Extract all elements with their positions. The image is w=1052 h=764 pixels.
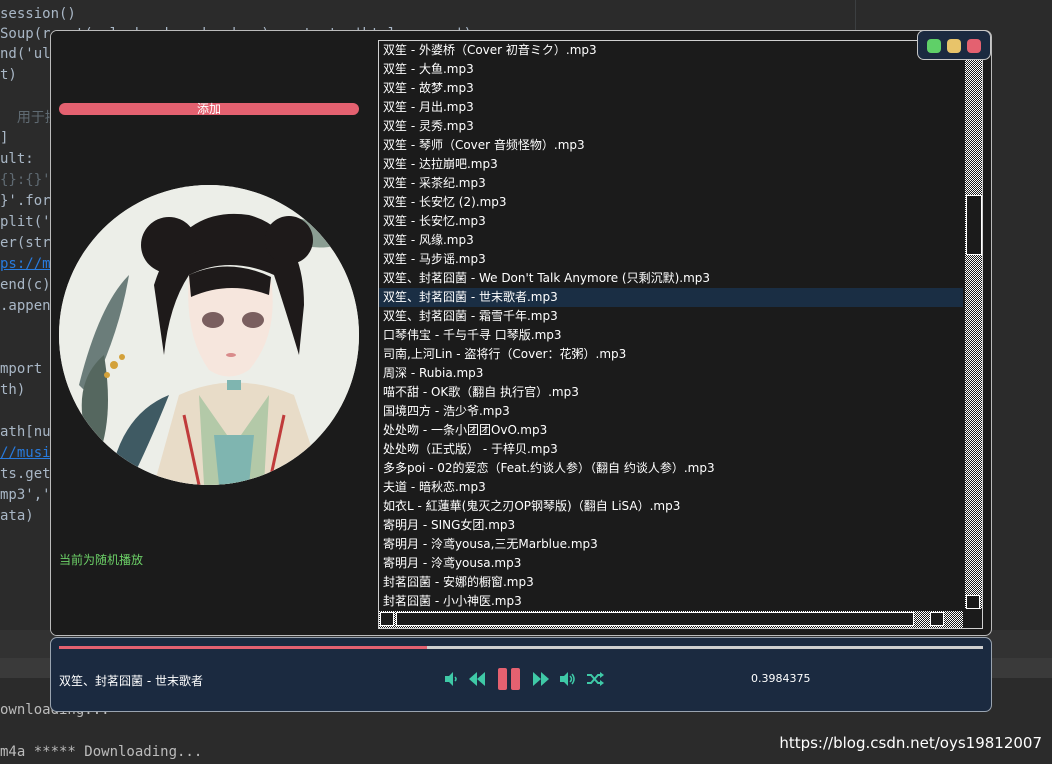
song-list[interactable]: 双笙 - 外婆桥（Cover 初音ミク）.mp3 双笙 - 大鱼.mp3 双笙 - … xyxy=(378,40,983,629)
song-list-item[interactable]: 双笙 - 长安忆.mp3 xyxy=(379,212,963,231)
vertical-scrollbar-thumb[interactable] xyxy=(966,195,982,255)
scroll-left-button[interactable] xyxy=(380,612,394,626)
code-line: ] xyxy=(0,130,9,146)
pause-icon[interactable] xyxy=(496,666,522,692)
minimize-button[interactable] xyxy=(927,39,941,53)
next-icon[interactable] xyxy=(531,669,551,689)
song-list-item[interactable]: 多多poi - 02的爱恋（Feat.约谈人参）（翻自 约谈人参）.mp3 xyxy=(379,459,963,478)
song-list-item[interactable]: 口琴伟宝 - 千与千寻 口琴版.mp3 xyxy=(379,326,963,345)
song-list-item[interactable]: 双笙、封茗囧菌 - 世末歌者.mp3 xyxy=(379,288,963,307)
album-cover-image xyxy=(59,185,359,485)
play-mode-status: 当前为随机播放 xyxy=(59,553,144,567)
close-button[interactable] xyxy=(967,39,981,53)
song-list-item[interactable]: 双笙 - 长安忆 (2).mp3 xyxy=(379,193,963,212)
song-list-item[interactable]: 双笙 - 马步谣.mp3 xyxy=(379,250,963,269)
progress-bar[interactable] xyxy=(59,646,983,649)
code-line: ata) xyxy=(0,508,34,524)
music-player-window: 添加 当前为随机播放 双笙 - 外婆桥（Cover 初音ミク）.mp3 双笙 -… xyxy=(50,30,992,636)
code-line: th) xyxy=(0,382,26,398)
playback-control-bar: 双笙、封茗囧菌 - 世末歌者 0.3984375 xyxy=(50,637,992,712)
song-list-item[interactable]: 周深 - Rubia.mp3 xyxy=(379,364,963,383)
song-list-item[interactable]: 双笙 - 外婆桥（Cover 初音ミク）.mp3 xyxy=(379,41,963,60)
song-list-item[interactable]: 双笙 - 琴师（Cover 音频怪物）.mp3 xyxy=(379,136,963,155)
left-panel: 添加 当前为随机播放 xyxy=(51,31,369,635)
song-list-item[interactable]: 寄明月 - 泠鸢yousa.mp3 xyxy=(379,554,963,573)
code-line: ult: xyxy=(0,151,34,167)
code-line: t) xyxy=(0,67,17,83)
window-controls xyxy=(917,30,991,60)
song-list-item[interactable]: 双笙、封茗囧菌 - 霜雪千年.mp3 xyxy=(379,307,963,326)
song-list-item[interactable]: 双笙 - 故梦.mp3 xyxy=(379,79,963,98)
song-list-item[interactable]: 夫道 - 暗秋恋.mp3 xyxy=(379,478,963,497)
progress-value: 0.3984375 xyxy=(751,672,811,685)
song-list-item[interactable]: 双笙 - 月出.mp3 xyxy=(379,98,963,117)
add-button[interactable]: 添加 xyxy=(59,103,359,115)
progress-bar-fill xyxy=(59,646,428,649)
volume-down-icon[interactable] xyxy=(443,669,459,689)
song-list-item[interactable]: 如衣L - 紅蓮華(鬼灭之刃OP钢琴版)（翻自 LiSA）.mp3 xyxy=(379,497,963,516)
code-line: session() xyxy=(0,6,76,22)
song-list-item[interactable]: 双笙 - 达拉崩吧.mp3 xyxy=(379,155,963,174)
now-playing-title: 双笙、封茗囧菌 - 世末歌者 xyxy=(59,674,203,688)
code-line: end(c) xyxy=(0,277,51,293)
song-list-item[interactable]: 处处吻 - 一条小团团OvO.mp3 xyxy=(379,421,963,440)
song-list-item[interactable]: 寄明月 - 泠鸢yousa,三无Marblue.mp3 xyxy=(379,535,963,554)
song-list-item[interactable]: 双笙、封茗囧菌 - We Don't Talk Anymore (只剩沉默).m… xyxy=(379,269,963,288)
volume-up-icon[interactable] xyxy=(558,669,578,689)
song-list-item[interactable]: 双笙 - 灵秀.mp3 xyxy=(379,117,963,136)
song-list-item[interactable]: 喵不甜 - OK歌（翻自 执行官）.mp3 xyxy=(379,383,963,402)
scroll-right-button[interactable] xyxy=(930,612,944,626)
song-list-items: 双笙 - 外婆桥（Cover 初音ミク）.mp3 双笙 - 大鱼.mp3 双笙 - … xyxy=(379,41,963,609)
song-list-item[interactable]: 处处吻（正式版） - 于梓贝.mp3 xyxy=(379,440,963,459)
horizontal-scrollbar[interactable] xyxy=(379,611,963,628)
song-list-item[interactable]: 双笙 - 风缘.mp3 xyxy=(379,231,963,250)
maximize-button[interactable] xyxy=(947,39,961,53)
song-list-item[interactable]: 双笙 - 大鱼.mp3 xyxy=(379,60,963,79)
horizontal-scrollbar-thumb[interactable] xyxy=(396,612,914,626)
watermark: https://blog.csdn.net/oys19812007 xyxy=(779,734,1042,752)
previous-icon[interactable] xyxy=(467,669,487,689)
vertical-scrollbar[interactable] xyxy=(965,41,982,609)
song-list-item[interactable]: 司南,上河Lin - 盗将行（Cover：花粥）.mp3 xyxy=(379,345,963,364)
scroll-down-button[interactable] xyxy=(966,595,980,609)
console-line: m4a ***** Downloading... xyxy=(0,744,203,760)
song-list-item[interactable]: 国境四方 - 浩少爷.mp3 xyxy=(379,402,963,421)
shuffle-icon[interactable] xyxy=(585,669,605,689)
song-list-item[interactable]: 双笙 - 采茶纪.mp3 xyxy=(379,174,963,193)
song-list-item[interactable]: 封茗囧菌 - 小小神医.mp3 xyxy=(379,592,963,609)
scrollbar-corner xyxy=(965,611,982,628)
song-list-item[interactable]: 寄明月 - SING女团.mp3 xyxy=(379,516,963,535)
song-list-item[interactable]: 封茗囧菌 - 安娜的橱窗.mp3 xyxy=(379,573,963,592)
